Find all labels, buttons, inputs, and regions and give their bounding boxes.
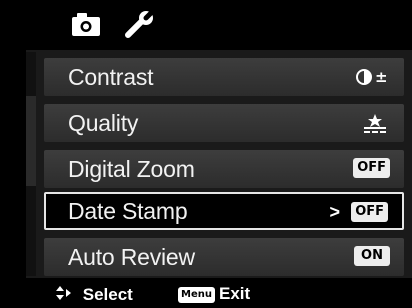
menu-item-quality[interactable]: Quality (44, 104, 404, 142)
value-slot: OFF (351, 202, 388, 224)
menu-key-icon: Menu (178, 287, 215, 303)
menu-item-label: Quality (68, 110, 139, 136)
quality-stars-icon (360, 112, 390, 134)
value-slot: OFF (353, 158, 390, 180)
chevron-right-icon: > (329, 202, 340, 222)
hint-select: Select (56, 284, 133, 305)
on-badge: ON (354, 246, 390, 266)
tab-setup[interactable] (120, 7, 160, 40)
menu-item-digital-zoom[interactable]: Digital Zoom OFF (44, 150, 404, 188)
wrench-icon (125, 7, 157, 38)
menu-item-label: Digital Zoom (68, 156, 195, 182)
scrollbar-thumb[interactable] (26, 96, 36, 186)
svg-text:±: ± (375, 68, 388, 86)
exit-label: Exit (218, 284, 251, 303)
bottom-hint-bar: Select Menu Exit (0, 280, 412, 308)
top-tab-bar (0, 0, 412, 48)
tab-camera[interactable] (66, 8, 106, 40)
contrast-plus-minus-icon: ± (354, 66, 390, 88)
hint-exit: Menu Exit (178, 284, 250, 304)
menu-item-label: Contrast (68, 64, 154, 90)
menu-item-contrast[interactable]: Contrast ± (44, 58, 404, 96)
menu-item-date-stamp[interactable]: Date Stamp > OFF (44, 192, 404, 230)
off-badge: OFF (351, 202, 388, 222)
camera-icon (72, 13, 100, 36)
menu-item-label: Auto Review (68, 244, 195, 270)
off-badge: OFF (353, 158, 390, 178)
up-down-arrow-icon (56, 286, 71, 300)
menu-item-label: Date Stamp (68, 198, 188, 224)
menu-item-auto-review[interactable]: Auto Review ON (44, 238, 404, 276)
value-slot: ON (354, 246, 390, 268)
select-label: Select (82, 285, 133, 304)
